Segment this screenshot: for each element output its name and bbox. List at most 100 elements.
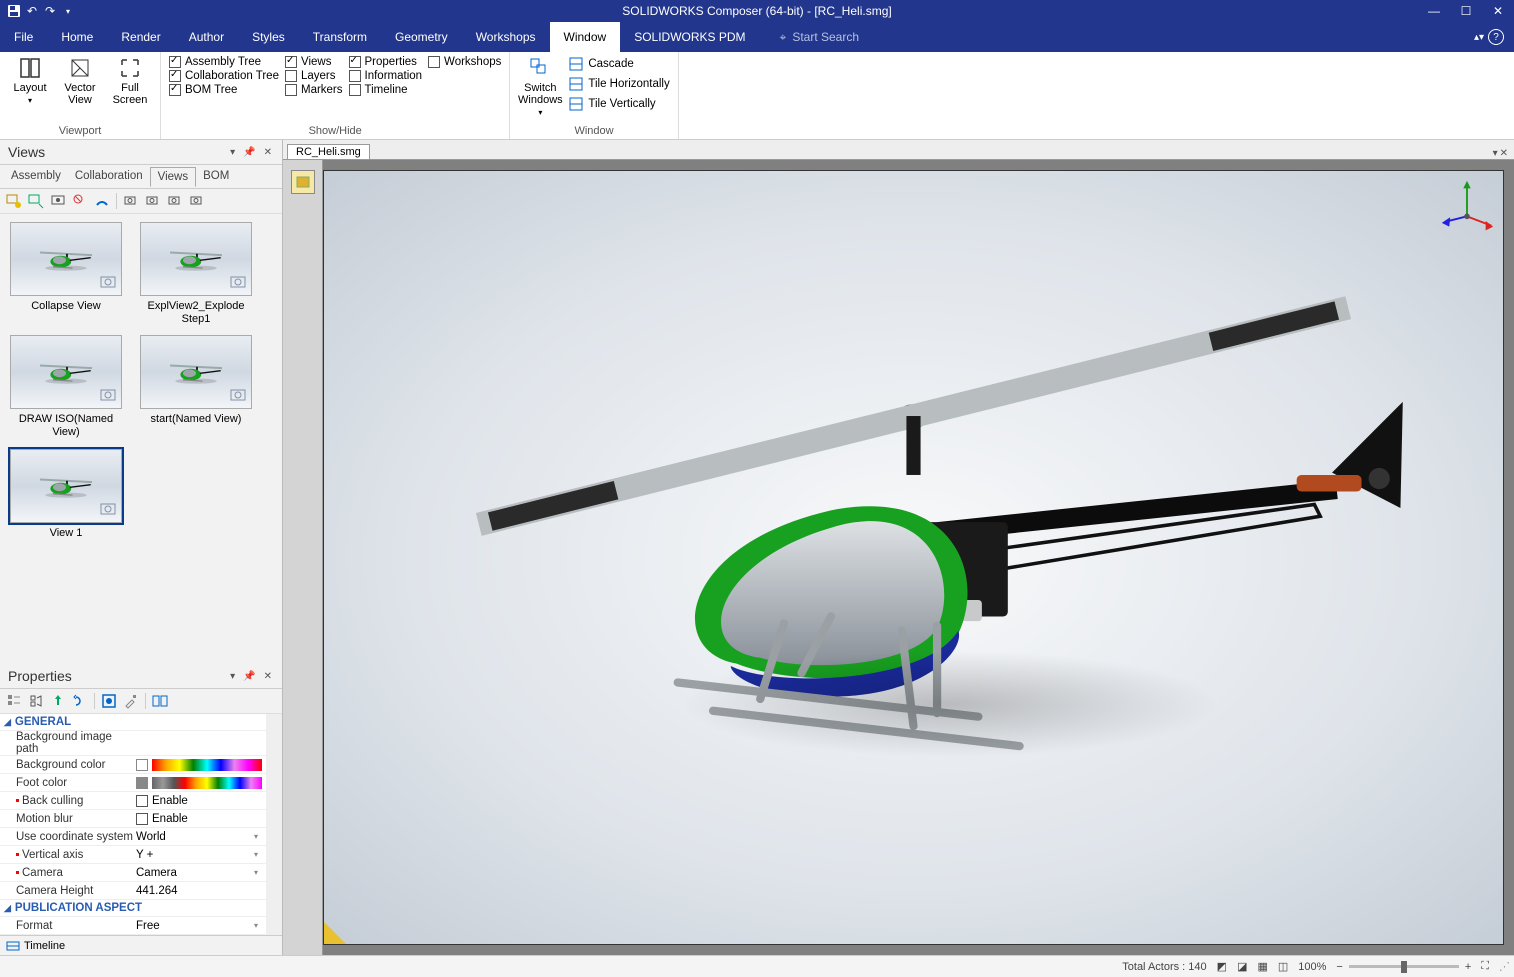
views-tool-2[interactable] [28,193,44,209]
full-button[interactable]: FullScreen [108,54,152,106]
switch-windows-button[interactable]: SwitchWindows▾ [518,54,562,118]
cascade-button[interactable]: Cascade [568,56,669,72]
doc-dropdown-icon[interactable]: ▾ [1493,148,1498,159]
collapse-ribbon-icon[interactable]: ▴▾ [1474,32,1484,43]
resize-grip-icon[interactable]: ⋰ [1499,960,1510,973]
redo-icon[interactable]: ↷ [42,3,58,19]
prop-tool-1[interactable] [6,693,22,709]
panel-close-icon[interactable]: ✕ [262,145,274,160]
search-icon[interactable]: ⌖ [780,30,787,45]
help-icon[interactable]: ? [1488,29,1504,45]
status-icon-3[interactable]: ▦ [1257,960,1267,973]
corner-fold-icon[interactable] [324,922,346,944]
prop-tool-4[interactable] [72,693,88,709]
prop-tool-3[interactable] [50,693,66,709]
prop-camera[interactable]: CameraCamera▾ [0,864,266,882]
menu-window[interactable]: Window [550,22,621,52]
toggle-workshops[interactable]: Workshops [428,56,501,68]
prop-use-coordinate-system[interactable]: Use coordinate systemWorld▾ [0,828,266,846]
toggle-assembly-tree[interactable]: Assembly Tree [169,56,279,68]
tile-horizontally-button[interactable]: Tile Horizontally [568,76,669,92]
timeline-tab[interactable]: Timeline [24,940,65,952]
toggle-information[interactable]: Information [349,70,423,82]
menu-transform[interactable]: Transform [299,22,381,52]
panel-tab-assembly[interactable]: Assembly [4,167,68,186]
menu-file[interactable]: File [0,22,47,52]
close-button[interactable]: ✕ [1482,0,1514,22]
view-thumbnail[interactable]: start(Named View) [138,335,254,438]
prop-background-color[interactable]: Background color [0,756,266,774]
panel-tab-views[interactable]: Views [150,167,196,187]
toggle-timeline[interactable]: Timeline [349,84,423,96]
search-placeholder[interactable]: Start Search [792,30,859,44]
views-tool-1[interactable] [6,193,22,209]
toggle-views[interactable]: Views [285,56,343,68]
view-label: start(Named View) [151,413,242,426]
views-tool-5[interactable] [94,193,110,209]
menu-solidworks-pdm[interactable]: SOLIDWORKS PDM [620,22,759,52]
prop-background-image-path[interactable]: Background image path [0,731,266,756]
view-thumbnail[interactable]: ExplView2_Explode Step1 [138,222,254,325]
menu-geometry[interactable]: Geometry [381,22,462,52]
status-icon-2[interactable]: ◪ [1237,960,1247,973]
panel-close-icon[interactable]: ✕ [262,669,274,684]
toggle-properties[interactable]: Properties [349,56,423,68]
camera-icon-2[interactable] [145,193,161,209]
3d-viewport[interactable] [323,170,1504,945]
doc-close-icon[interactable]: ✕ [1500,148,1508,159]
camera-icon-3[interactable] [167,193,183,209]
toggle-bom-tree[interactable]: BOM Tree [169,84,279,96]
panel-dropdown-icon[interactable]: ▾ [228,669,237,684]
prop-motion-blur[interactable]: Motion blurEnable [0,810,266,828]
orientation-triad[interactable] [1439,179,1495,235]
prop-tool-7[interactable] [152,693,168,709]
fit-icon[interactable]: ⛶ [1481,960,1489,973]
panel-pin-icon[interactable]: 📌 [241,145,257,160]
prop-back-culling[interactable]: Back cullingEnable [0,792,266,810]
menu-render[interactable]: Render [107,22,174,52]
menu-author[interactable]: Author [175,22,238,52]
view-thumbnail[interactable]: View 1 [8,449,124,540]
camera-icon-4[interactable] [189,193,205,209]
zoom-in-icon[interactable]: + [1465,961,1471,973]
viewport-tool-icon[interactable] [291,170,315,194]
qat-dropdown-icon[interactable]: ▾ [60,3,76,19]
properties-scrollbar[interactable] [266,714,282,935]
save-icon[interactable] [6,3,22,19]
panel-tab-collaboration[interactable]: Collaboration [68,167,150,186]
document-tab[interactable]: RC_Heli.smg [287,144,370,159]
zoom-out-icon[interactable]: − [1336,961,1342,973]
status-icon-4[interactable]: ◫ [1278,960,1288,973]
panel-pin-icon[interactable]: 📌 [241,669,257,684]
toggle-layers[interactable]: Layers [285,70,343,82]
panel-tab-bom[interactable]: BOM [196,167,236,186]
tile-vertically-button[interactable]: Tile Vertically [568,96,669,112]
prop-tool-5[interactable] [101,693,117,709]
menu-workshops[interactable]: Workshops [462,22,550,52]
prop-foot-color[interactable]: Foot color [0,774,266,792]
prop-camera-height[interactable]: Camera Height441.264 [0,882,266,900]
prop-vertical-axis[interactable]: Vertical axisY +▾ [0,846,266,864]
status-icon-1[interactable]: ◩ [1217,960,1227,973]
toggle-markers[interactable]: Markers [285,84,343,96]
view-thumbnail[interactable]: DRAW ISO(Named View) [8,335,124,438]
prop-format[interactable]: FormatFree▾ [0,917,266,935]
maximize-button[interactable]: ☐ [1450,0,1482,22]
prop-section-publication-aspect[interactable]: ◢PUBLICATION ASPECT [0,900,266,917]
views-tool-3[interactable] [50,193,66,209]
undo-icon[interactable]: ↶ [24,3,40,19]
toggle-collaboration-tree[interactable]: Collaboration Tree [169,70,279,82]
menu-styles[interactable]: Styles [238,22,299,52]
prop-tool-2[interactable] [28,693,44,709]
panel-dropdown-icon[interactable]: ▾ [228,145,237,160]
vector-button[interactable]: VectorView [58,54,102,106]
camera-icon-1[interactable] [123,193,139,209]
prop-section-general[interactable]: ◢GENERAL [0,714,266,731]
menu-home[interactable]: Home [47,22,107,52]
eyedropper-icon[interactable] [123,693,139,709]
view-thumbnail[interactable]: Collapse View [8,222,124,325]
minimize-button[interactable]: — [1418,0,1450,22]
views-tool-4[interactable] [72,193,88,209]
zoom-slider[interactable]: − + [1336,961,1471,973]
layout-button[interactable]: Layout▾ [8,54,52,106]
